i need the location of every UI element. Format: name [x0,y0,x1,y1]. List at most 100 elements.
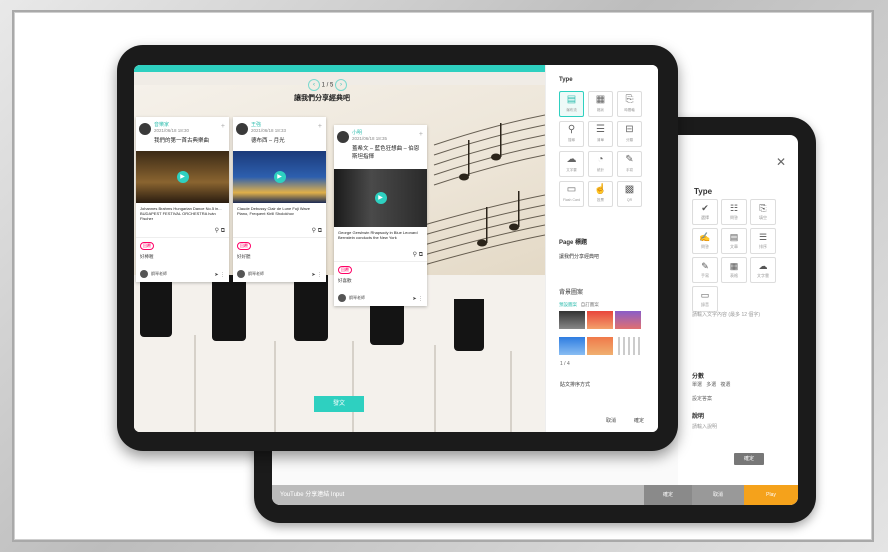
url-input[interactable]: YouTube 分享連結 Input [280,489,344,498]
type-option[interactable]: ☁ 文字雲 [559,151,584,177]
page-title-input[interactable]: 讓我們分享經典吧 [559,253,599,260]
next-page-button[interactable]: › [335,79,348,91]
add-icon[interactable]: + [318,123,322,130]
share-icon[interactable]: ⧉ [419,252,423,258]
share-icon[interactable]: ⧉ [221,228,225,234]
type-label: 手寫 [701,273,709,278]
type-option[interactable]: ▭ 錄音 [692,286,718,312]
type-option[interactable]: ⎘ 填空 [750,199,776,225]
type-label: 文字雲 [566,168,577,172]
tab-custom-backgrounds[interactable]: 自訂圖案 [581,302,599,307]
confirm-button[interactable]: 確定 [734,453,764,465]
type-option[interactable]: ⎘ 時間軸 [617,91,642,117]
avatar [236,123,248,135]
type-icon: ☰ [596,124,605,135]
type-icon: ☁ [758,261,768,271]
zoom-icon[interactable]: ⚲ [413,252,417,258]
post-card[interactable]: 王強 2021/06/18 18:33 德布西 – 月光 + ▶ Claude … [233,117,326,282]
send-icon[interactable]: ➤ [311,272,315,278]
comment-text: 好棒喔 [140,254,154,259]
score-radio-group[interactable]: 單選 多選 複選 [692,381,730,388]
bar-cancel-button[interactable]: 取消 [692,485,744,505]
more-icon[interactable]: ⋮ [220,272,225,278]
close-icon[interactable]: ✕ [776,155,786,169]
background-option[interactable] [559,311,585,329]
type-icon: ☁ [566,154,577,165]
background-option[interactable] [615,337,641,355]
radio-option[interactable]: 單選 [692,382,702,388]
video-thumbnail[interactable]: ▶ [334,169,427,227]
score-label: 分數 [692,374,705,380]
background-option[interactable] [559,337,585,355]
black-key [454,299,484,351]
add-icon[interactable]: + [419,131,423,138]
type-option[interactable]: ◔ 統計 [588,151,613,177]
bar-confirm-button[interactable]: 確定 [644,485,692,505]
play-icon[interactable]: ▶ [374,192,387,204]
reply-badge[interactable]: 回覆 [338,266,352,274]
post-time: 2021/06/18 18:30 [154,128,190,133]
type-option[interactable]: ▦ 表格 [721,257,747,283]
background-option[interactable] [615,311,641,329]
type-label: 瀑布流 [566,108,577,112]
type-option[interactable]: ☰ 排序 [750,228,776,254]
image-frame: ✕ Type ✔ 選擇 ☷ 問答 ⎘ 填空 ✍ 問答 ▤ 文章 ☰ 排序 ✎ 手寫 ▦ 表格 ☁ 文字雲 ▭ 錄音 請… [14,12,872,540]
cancel-button[interactable]: 取消 [606,417,616,424]
background-option[interactable] [587,337,613,355]
video-thumbnail[interactable]: ▶ [136,151,229,203]
type-option[interactable]: ✔ 選擇 [692,199,718,225]
type-option[interactable]: ✍ 問答 [692,228,718,254]
type-option[interactable]: ☁ 文字雲 [750,257,776,283]
background-option[interactable] [587,311,613,329]
type-label: 清單 [597,138,604,142]
key-divider [274,341,276,432]
radio-option[interactable]: 複選 [720,382,730,388]
reply-badge[interactable]: 回覆 [237,242,251,250]
type-icon: ▦ [595,94,606,105]
add-icon[interactable]: + [221,123,225,130]
video-thumbnail[interactable]: ▶ [233,151,326,203]
reply-badge[interactable]: 回覆 [140,242,154,250]
play-button[interactable]: Play [744,485,798,505]
zoom-icon[interactable]: ⚲ [215,228,219,234]
type-option[interactable]: ☝ 投票 [588,181,613,207]
radio-option[interactable]: 多選 [706,382,716,388]
type-label: 選擇 [701,215,709,220]
post-card[interactable]: 小明 2021/06/18 18:35 蓋希文 – 藍色狂想曲 – 伯恩斯坦指揮… [334,125,427,306]
post-card[interactable]: 音樂家 2021/06/18 18:30 我們的第一首古典樂曲 + ▶ Joha… [136,117,229,282]
type-option[interactable]: ▩ QR [617,181,642,207]
type-icon: ◔ [597,154,604,165]
share-icon[interactable]: ⧉ [318,228,322,234]
send-icon[interactable]: ➤ [214,272,218,278]
send-icon[interactable]: ➤ [412,296,416,302]
type-icon: ✔ [701,203,709,213]
play-icon[interactable]: ▶ [273,171,286,183]
type-option[interactable]: ▤ 文章 [721,228,747,254]
type-option[interactable]: ☷ 問答 [721,199,747,225]
page-title-label: Page 標題 [559,240,588,246]
zoom-icon[interactable]: ⚲ [312,228,316,234]
tab-default-backgrounds[interactable]: 預設圖案 [559,302,577,307]
type-option[interactable]: ☰ 清單 [588,121,613,147]
publish-button[interactable]: 發文 [314,396,364,412]
type-option[interactable]: ✎ 手寫 [692,257,718,283]
prev-page-button[interactable]: ‹ [308,79,320,91]
front-tablet: ‹ 1 / 5 › 讓我們分享經典吧 音樂家 2021/06/18 18:30 … [117,45,678,451]
type-option[interactable]: ✎ 手寫 [617,151,642,177]
play-icon[interactable]: ▶ [176,171,189,183]
type-option[interactable]: ⊟ 分類 [617,121,642,147]
key-divider [434,345,436,432]
more-icon[interactable]: ⋮ [317,272,322,278]
type-option[interactable]: ▤ 瀑布流 [559,91,584,117]
type-option[interactable]: ▭ Flash Card [559,181,584,207]
avatar [338,294,346,302]
note-input[interactable]: 請輸入說明 [692,423,717,430]
comment-area: 回覆 好好聽 鋼琴老師 ➤ ⋮ [233,237,326,282]
more-icon[interactable]: ⋮ [418,296,423,302]
type-option[interactable]: ⚲ 搜尋 [559,121,584,147]
pagination: 1 / 4 [560,361,570,367]
type-label: 表格 [730,273,738,278]
type-label: 搜尋 [568,138,575,142]
type-option[interactable]: ▦ 格狀 [588,91,613,117]
confirm-button[interactable]: 確定 [634,417,644,424]
